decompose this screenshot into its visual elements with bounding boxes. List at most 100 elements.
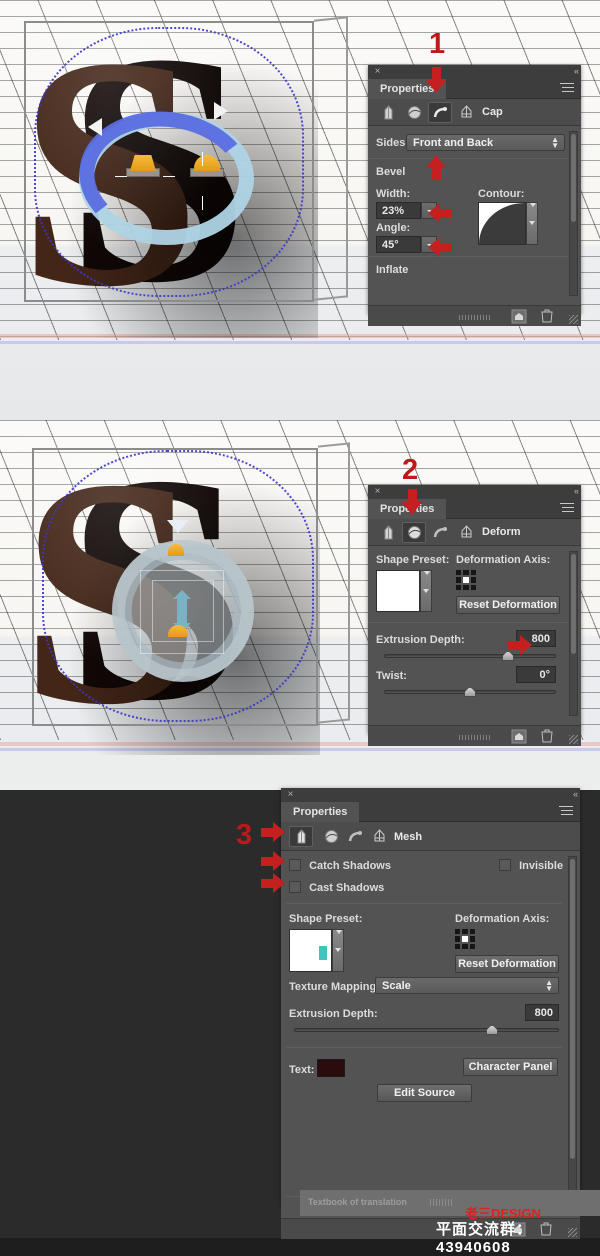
panel2-drag-grip[interactable]	[458, 735, 491, 740]
collapse-icon[interactable]: «	[574, 486, 579, 496]
viewport-floor	[0, 345, 600, 420]
panel1-titlebar[interactable]: × «	[368, 65, 581, 79]
twist-slider-knob[interactable]	[464, 687, 476, 697]
invisible-row[interactable]: Invisible	[499, 859, 563, 874]
panel1-section-label: Cap	[482, 106, 503, 118]
close-icon[interactable]: ×	[285, 789, 296, 800]
angle-value[interactable]: 45°	[376, 236, 421, 253]
shape-preset-arrow[interactable]	[332, 929, 344, 972]
panel-menu-icon[interactable]	[560, 83, 576, 95]
panel1-tabrow[interactable]: Properties	[368, 79, 581, 99]
panel2-body: Shape Preset: Deformation Axis: Reset De…	[368, 546, 581, 725]
deform-icon[interactable]	[402, 522, 426, 543]
collapse-icon[interactable]: «	[574, 66, 579, 76]
annotation-arrow-1-width	[428, 203, 454, 223]
contour-thumbnail[interactable]	[478, 202, 526, 245]
invisible-checkbox[interactable]	[499, 859, 511, 871]
cast-shadows-checkbox[interactable]	[289, 881, 301, 893]
properties-panel-cap[interactable]: × « Properties Cap Sides: Front and Back…	[368, 65, 581, 326]
texture-mapping-select[interactable]: Scale ▲ ▼	[375, 977, 559, 994]
panel-menu-icon[interactable]	[559, 806, 575, 818]
deform-icon[interactable]	[402, 102, 426, 123]
character-panel-button[interactable]: Character Panel	[463, 1058, 558, 1076]
twist-value[interactable]: 0°	[516, 666, 556, 683]
width-value[interactable]: 23%	[376, 202, 421, 219]
coordinates-icon[interactable]	[454, 102, 478, 123]
panel2-scrollbar[interactable]	[569, 551, 578, 716]
catch-shadows-checkbox[interactable]	[289, 859, 301, 871]
annotation-arrow-3-cast	[261, 873, 286, 893]
texture-mapping-label: Texture Mapping:	[289, 981, 380, 993]
sides-select[interactable]: Front and Back ▲ ▼	[406, 134, 565, 151]
angle-label: Angle:	[376, 222, 411, 234]
text-color-swatch[interactable]	[317, 1059, 345, 1077]
extrusion-depth-slider-knob[interactable]	[486, 1025, 498, 1035]
properties-panel-deform[interactable]: × « Properties Deform Shape Preset: Defo…	[368, 485, 581, 746]
contour-preset-arrow[interactable]	[526, 202, 538, 245]
resize-grip-icon[interactable]	[569, 735, 578, 744]
close-icon[interactable]: ×	[372, 66, 383, 77]
edit-source-button[interactable]: Edit Source	[377, 1084, 472, 1102]
invisible-label: Invisible	[519, 860, 564, 872]
deformation-axis-widget[interactable]	[456, 570, 476, 590]
mesh-icon[interactable]	[289, 826, 313, 847]
status-progress-icon	[430, 1199, 454, 1206]
delete-icon[interactable]	[541, 729, 557, 744]
divider-2	[368, 256, 568, 257]
panel3-section-label: Mesh	[394, 831, 423, 843]
width-label: Width:	[376, 188, 411, 200]
resize-grip-icon[interactable]	[569, 315, 578, 324]
shape-preset-thumbnail[interactable]	[289, 929, 332, 972]
sides-label: Sides:	[376, 137, 410, 149]
panel3-titlebar[interactable]: × «	[281, 788, 580, 802]
cap-icon[interactable]	[428, 102, 452, 123]
annotation-number-2: 2	[402, 454, 419, 486]
panel3-icon-row[interactable]: Mesh	[281, 822, 580, 851]
deformation-axis-widget[interactable]	[455, 929, 475, 949]
extrusion-depth-label: Extrusion Depth:	[289, 1008, 378, 1020]
new-3d-object-icon[interactable]	[511, 729, 527, 744]
deform-icon[interactable]	[319, 826, 343, 847]
coordinates-icon[interactable]	[367, 826, 391, 847]
panel2-titlebar[interactable]: × «	[368, 485, 581, 499]
tab-properties[interactable]: Properties	[281, 802, 360, 822]
extrusion-depth-value[interactable]: 800	[525, 1004, 559, 1021]
panel-menu-icon[interactable]	[560, 503, 576, 515]
rotate-arrow-right[interactable]	[214, 102, 228, 120]
mesh-icon[interactable]	[376, 522, 400, 543]
annotation-arrow-2-extrusion	[508, 635, 533, 655]
twist-slider[interactable]	[384, 687, 556, 697]
shape-preset-arrow[interactable]	[420, 570, 432, 612]
bounding-box-depth-2	[318, 442, 350, 724]
annotation-arrow-1-sides	[426, 155, 446, 181]
extrusion-depth-slider[interactable]	[294, 1025, 559, 1035]
cap-icon[interactable]	[343, 826, 367, 847]
contour-label: Contour:	[478, 188, 525, 200]
shape-preset-thumbnail[interactable]	[376, 570, 420, 612]
coordinates-icon[interactable]	[454, 522, 478, 543]
move-handle-orange-top[interactable]	[168, 544, 184, 556]
annotation-number-3: 3	[236, 819, 253, 851]
panel1-icon-row[interactable]: Cap	[368, 99, 581, 126]
mesh-icon[interactable]	[376, 102, 400, 123]
new-3d-object-icon[interactable]	[511, 309, 527, 324]
panel1-scrollbar[interactable]	[569, 131, 578, 296]
panel1-drag-grip[interactable]	[458, 315, 491, 320]
panel3-scrollbar[interactable]	[568, 856, 577, 1196]
cap-icon[interactable]	[428, 522, 452, 543]
catch-shadows-row[interactable]: Catch Shadows	[289, 859, 391, 874]
close-icon[interactable]: ×	[372, 486, 383, 497]
chevron-updown-icon: ▲ ▼	[551, 135, 559, 150]
delete-icon[interactable]	[541, 309, 557, 324]
reset-deformation-button[interactable]: Reset Deformation	[455, 955, 559, 973]
reset-deformation-button[interactable]: Reset Deformation	[456, 596, 560, 614]
move-handle-top-icon[interactable]	[167, 520, 189, 533]
cast-shadows-row[interactable]: Cast Shadows	[289, 881, 384, 896]
rotate-arrow-left[interactable]	[88, 118, 102, 136]
panel3-tabrow[interactable]: Properties	[281, 802, 580, 822]
properties-panel-mesh[interactable]: × « Properties Mesh Catch Shadows Invisi…	[281, 788, 580, 1239]
collapse-icon[interactable]: «	[573, 789, 578, 799]
status-text: Textbook of translation	[308, 1197, 407, 1207]
panel2-icon-row[interactable]: Deform	[368, 519, 581, 546]
panel2-tabrow[interactable]: Properties	[368, 499, 581, 519]
